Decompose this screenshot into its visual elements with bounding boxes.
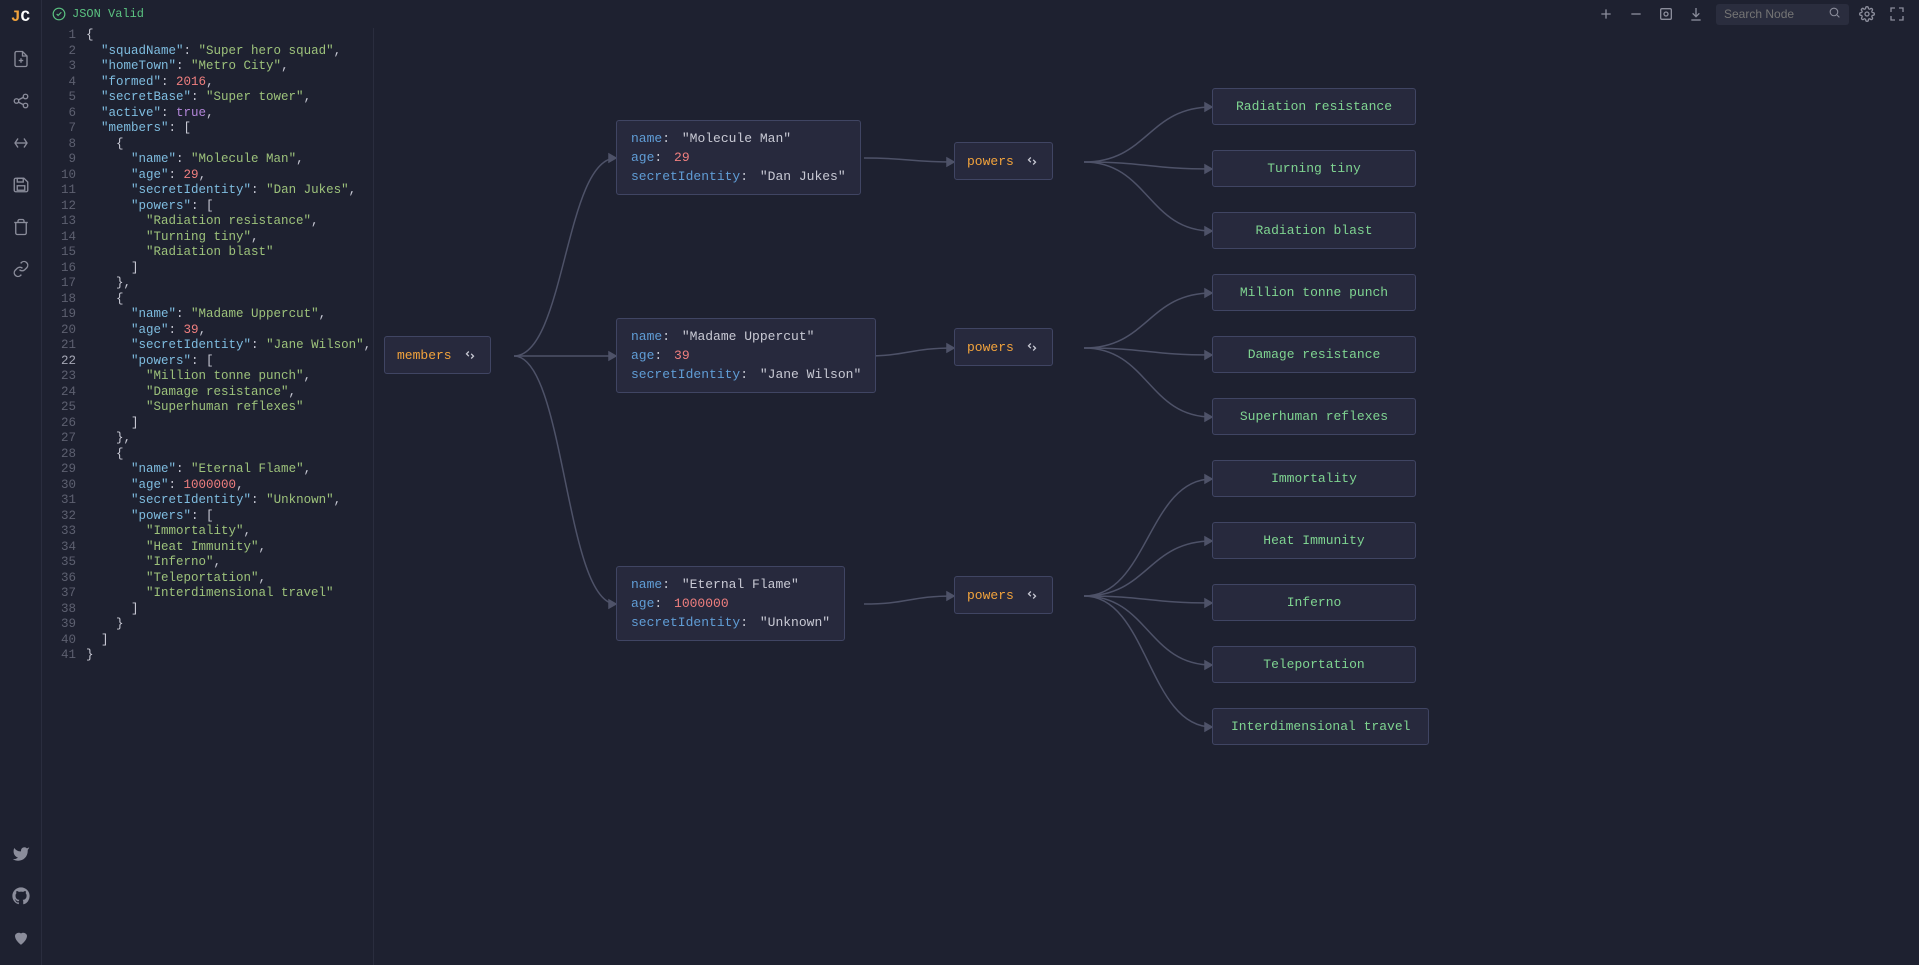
node-member-0[interactable]: name: "Molecule Man" age: 29 secretIdent…: [616, 120, 861, 195]
node-power-1-0[interactable]: Million tonne punch: [1212, 274, 1416, 311]
node-power-0-0[interactable]: Radiation resistance: [1212, 88, 1416, 125]
node-power-2-1[interactable]: Heat Immunity: [1212, 522, 1416, 559]
line-gutter: 1234567891011121314151617181920212223242…: [42, 28, 86, 664]
expand-icon[interactable]: [462, 347, 478, 363]
expand-icon[interactable]: [1024, 153, 1040, 169]
app-logo: JC: [11, 8, 30, 26]
heart-icon[interactable]: [6, 923, 36, 953]
editor-panel[interactable]: 1234567891011121314151617181920212223242…: [42, 0, 374, 965]
node-powers-1[interactable]: powers: [954, 328, 1053, 366]
settings-icon[interactable]: [1855, 2, 1879, 26]
add-icon[interactable]: [1594, 2, 1618, 26]
collapse-icon[interactable]: [6, 128, 36, 158]
node-powers-2[interactable]: powers: [954, 576, 1053, 614]
node-power-0-1[interactable]: Turning tiny: [1212, 150, 1416, 187]
json-status: JSON Valid: [52, 7, 144, 21]
search-input[interactable]: [1724, 7, 1824, 21]
search-icon[interactable]: [1828, 6, 1841, 23]
node-power-2-2[interactable]: Inferno: [1212, 584, 1416, 621]
twitter-icon[interactable]: [6, 839, 36, 869]
graph-panel[interactable]: members name: "Molecule Man" age: 29 sec…: [374, 28, 1919, 965]
node-power-0-2[interactable]: Radiation blast: [1212, 212, 1416, 249]
check-circle-icon: [52, 7, 66, 21]
share-icon[interactable]: [6, 86, 36, 116]
node-members[interactable]: members: [384, 336, 491, 374]
search-wrap[interactable]: [1716, 4, 1849, 25]
center-view-icon[interactable]: [1654, 2, 1678, 26]
node-power-2-0[interactable]: Immortality: [1212, 460, 1416, 497]
node-power-2-4[interactable]: Interdimensional travel: [1212, 708, 1429, 745]
left-toolbar: JC: [0, 0, 42, 965]
node-member-1[interactable]: name: "Madame Uppercut" age: 39 secretId…: [616, 318, 876, 393]
node-member-2[interactable]: name: "Eternal Flame" age: 1000000 secre…: [616, 566, 845, 641]
node-power-2-3[interactable]: Teleportation: [1212, 646, 1416, 683]
expand-icon[interactable]: [1024, 339, 1040, 355]
github-icon[interactable]: [6, 881, 36, 911]
status-text: JSON Valid: [72, 7, 144, 21]
node-power-1-2[interactable]: Superhuman reflexes: [1212, 398, 1416, 435]
fullscreen-icon[interactable]: [1885, 2, 1909, 26]
save-icon[interactable]: [6, 170, 36, 200]
code-content[interactable]: { "squadName": "Super hero squad", "home…: [86, 28, 373, 664]
expand-icon[interactable]: [1024, 587, 1040, 603]
header-bar: JSON Valid: [42, 0, 1919, 28]
node-powers-0[interactable]: powers: [954, 142, 1053, 180]
graph-edges: [374, 28, 1919, 965]
import-file-icon[interactable]: [6, 44, 36, 74]
link-icon[interactable]: [6, 254, 36, 284]
download-icon[interactable]: [1684, 2, 1708, 26]
delete-icon[interactable]: [6, 212, 36, 242]
minus-icon[interactable]: [1624, 2, 1648, 26]
node-power-1-1[interactable]: Damage resistance: [1212, 336, 1416, 373]
